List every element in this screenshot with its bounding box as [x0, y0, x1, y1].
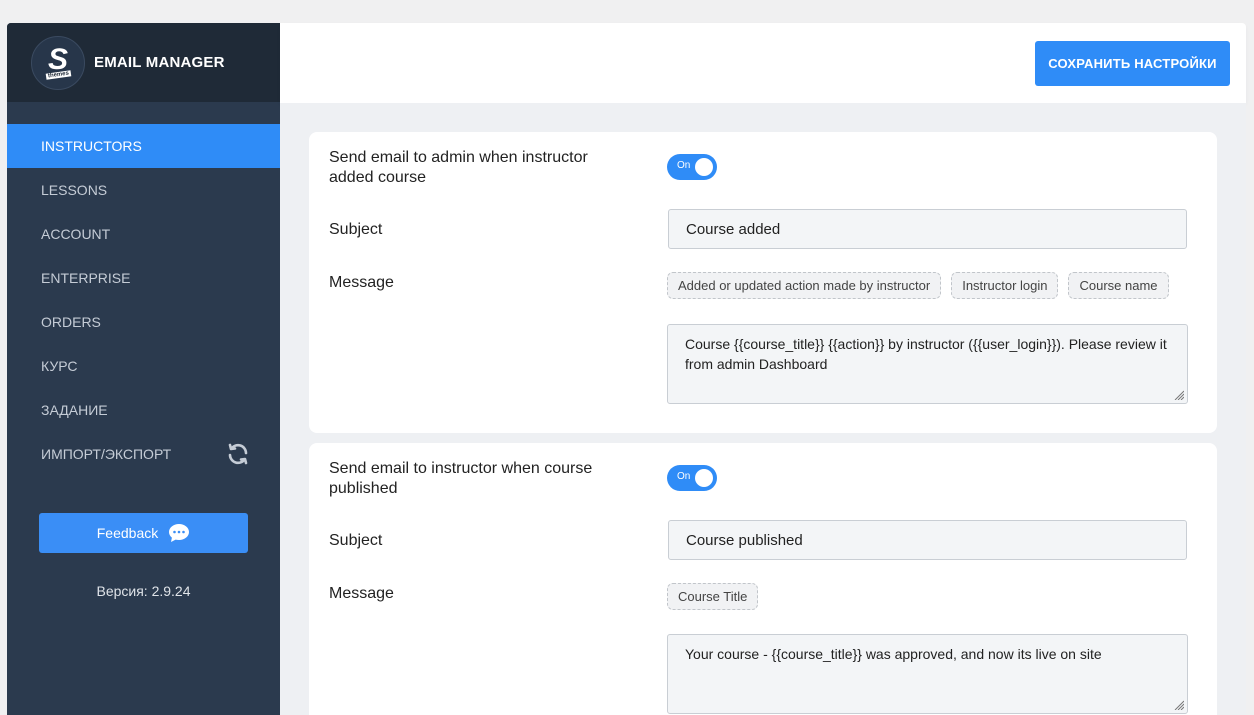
sidebar-item-enterprise[interactable]: ENTERPRISE	[7, 256, 280, 300]
sidebar-item-label: ИМПОРТ/ЭКСПОРТ	[41, 446, 172, 462]
sidebar-item-label: INSTRUCTORS	[41, 138, 142, 154]
feedback-label: Feedback	[96, 525, 159, 541]
subject-input[interactable]: Course published	[668, 520, 1187, 560]
sidebar-nav: INSTRUCTORS LESSONS ACCOUNT ENTERPRISE O…	[7, 124, 280, 476]
placeholder-tags: Added or updated action made by instruct…	[667, 272, 1169, 299]
top-bar: СОХРАНИТЬ НАСТРОЙКИ	[280, 23, 1246, 103]
message-label: Message	[329, 274, 394, 291]
feedback-button[interactable]: Feedback	[39, 513, 248, 553]
setting-title: Send email to admin when instructor adde…	[329, 149, 588, 186]
sidebar-item-account[interactable]: ACCOUNT	[7, 212, 280, 256]
toggle-state: On	[677, 471, 691, 482]
version-text: Версия: 2.9.24	[96, 583, 191, 599]
sidebar-item-label: ACCOUNT	[41, 226, 111, 242]
sidebar-item-orders[interactable]: ORDERS	[7, 300, 280, 344]
sidebar-item-instructors[interactable]: INSTRUCTORS	[7, 124, 280, 168]
subject-label: Subject	[329, 221, 383, 238]
setting-card: Send email to instructor when course pub…	[309, 443, 1217, 715]
toggle-knob	[695, 469, 713, 487]
sidebar-item-label: КУРС	[41, 358, 78, 374]
setting-card: Send email to admin when instructor adde…	[309, 132, 1217, 433]
enable-toggle[interactable]: On	[667, 154, 717, 180]
resize-handle-icon[interactable]	[1174, 390, 1184, 400]
toggle-state: On	[677, 160, 691, 171]
brand-header: S themes EMAIL MANAGER	[7, 23, 280, 102]
toggle-knob	[695, 158, 713, 176]
logo: S themes	[31, 35, 85, 90]
placeholder-tag[interactable]: Course Title	[667, 583, 759, 610]
placeholder-tag[interactable]: Course name	[1068, 272, 1169, 299]
placeholder-tag[interactable]: Added or updated action made by instruct…	[667, 272, 942, 299]
sidebar-item-label: ORDERS	[41, 314, 101, 330]
message-text: Your course - {{course_title}} was appro…	[685, 646, 1102, 662]
enable-toggle[interactable]: On	[667, 465, 717, 491]
chat-bubble-icon	[169, 524, 190, 542]
sidebar: S themes EMAIL MANAGER INSTRUCTORS LESSO…	[7, 23, 280, 715]
app-title: EMAIL MANAGER	[94, 54, 225, 71]
placeholder-tag[interactable]: Instructor login	[951, 272, 1059, 299]
resize-handle-icon[interactable]	[1174, 700, 1184, 710]
refresh-icon[interactable]	[226, 442, 250, 466]
placeholder-tags: Course Title	[667, 583, 759, 610]
sidebar-item-lessons[interactable]: LESSONS	[7, 168, 280, 212]
sidebar-item-course[interactable]: КУРС	[7, 344, 280, 388]
message-textarea[interactable]: Your course - {{course_title}} was appro…	[667, 634, 1188, 714]
message-label: Message	[329, 585, 394, 602]
subject-input[interactable]: Course added	[668, 209, 1187, 249]
sidebar-item-label: ЗАДАНИЕ	[41, 402, 108, 418]
main-content: Send email to admin when instructor adde…	[280, 103, 1246, 715]
setting-title: Send email to instructor when course pub…	[329, 460, 593, 497]
sidebar-item-label: LESSONS	[41, 182, 108, 198]
sidebar-item-label: ENTERPRISE	[41, 270, 131, 286]
sidebar-item-assignment[interactable]: ЗАДАНИЕ	[7, 388, 280, 432]
save-settings-button[interactable]: СОХРАНИТЬ НАСТРОЙКИ	[1035, 41, 1230, 86]
sidebar-item-import-export[interactable]: ИМПОРТ/ЭКСПОРТ	[7, 432, 280, 476]
subject-label: Subject	[329, 532, 383, 549]
message-text: Course {{course_title}} {{action}} by in…	[685, 336, 1167, 372]
message-textarea[interactable]: Course {{course_title}} {{action}} by in…	[667, 324, 1188, 404]
